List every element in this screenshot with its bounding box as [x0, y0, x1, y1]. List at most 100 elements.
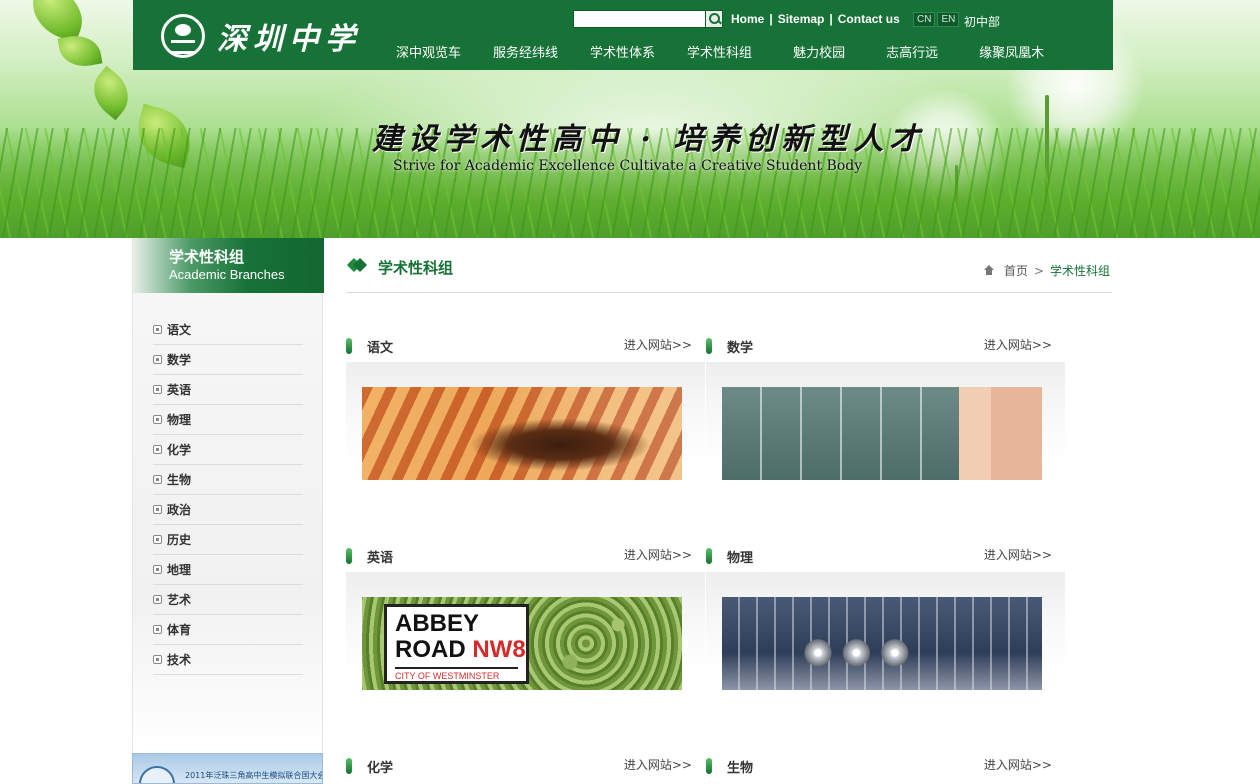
lang-cn-button[interactable]: CN [913, 12, 936, 27]
sidebar-item-label: 艺术 [167, 593, 192, 607]
enter-site-link[interactable]: 进入网站>> [984, 546, 1052, 563]
search-icon[interactable] [705, 11, 722, 27]
nav-item-alumni[interactable]: 缘聚凤凰木 [979, 42, 1044, 61]
sidebar-item-label: 语文 [167, 323, 192, 337]
sidebar-item-chemistry[interactable]: 化学 [153, 435, 303, 465]
chalkboard-image[interactable] [722, 387, 1042, 480]
card-body [346, 362, 705, 509]
sidebar-item-technology[interactable]: 技术 [153, 645, 303, 675]
enter-site-link[interactable]: 进入网站>> [624, 546, 692, 563]
subject-card-chemistry: 化学 进入网站>> [346, 751, 705, 784]
home-icon [983, 265, 995, 276]
mun-ad-banner[interactable]: 2011年泛珠三角高中生模拟联合国大会 [132, 753, 323, 784]
sidebar-item-english[interactable]: 英语 [153, 375, 303, 405]
street-sign: ABBEY ROAD NW8 CITY OF WESTMINSTER [384, 604, 529, 684]
school-emblem-icon [161, 14, 205, 58]
junior-school-link[interactable]: 初中部 [964, 13, 1000, 30]
nav-item-campus[interactable]: 魅力校园 [793, 42, 845, 61]
bullet-icon [153, 475, 162, 484]
card-header: 英语 进入网站>> [346, 541, 705, 571]
nav-item-services[interactable]: 服务经纬线 [493, 42, 558, 61]
abbey-road-image[interactable]: ABBEY ROAD NW8 CITY OF WESTMINSTER [362, 597, 682, 690]
breadcrumb-separator: > [1033, 263, 1044, 278]
enter-site-link[interactable]: 进入网站>> [984, 336, 1052, 353]
sidebar-item-chinese[interactable]: 语文 [153, 315, 303, 345]
leaf-decoration [83, 65, 139, 121]
sidebar-item-label: 体育 [167, 623, 192, 637]
nav-item-academic-branches[interactable]: 学术性科组 [687, 42, 752, 61]
main-nav: 深中观览车 服务经纬线 学术性体系 学术性科组 魅力校园 志高行远 缘聚凤凰木 [383, 42, 1044, 61]
lang-en-button[interactable]: EN [937, 12, 960, 27]
banner-slogan-cn: 建设学术性高中 · 培养创新型人才 [372, 122, 926, 157]
sidebar-item-politics[interactable]: 政治 [153, 495, 303, 525]
card-header: 生物 进入网站>> [706, 751, 1065, 781]
green-bar-icon [346, 338, 352, 354]
breadcrumb-current: 学术性科组 [1049, 264, 1110, 278]
page-title: 学术性科组 [378, 259, 454, 277]
card-title: 英语 [367, 551, 394, 566]
subject-card-math: 数学 进入网站>> [706, 331, 1065, 509]
card-header: 化学 进入网站>> [346, 751, 705, 781]
sidebar-item-pe[interactable]: 体育 [153, 615, 303, 645]
green-bar-icon [706, 548, 712, 564]
card-header: 语文 进入网站>> [346, 331, 705, 361]
ad-text: 2011年泛珠三角高中生模拟联合国大会 [185, 771, 323, 780]
newtons-cradle-image[interactable] [722, 597, 1042, 690]
enter-site-link[interactable]: 进入网站>> [984, 756, 1052, 773]
mun-logo-icon [139, 766, 175, 783]
chinese-calligraphy-image[interactable] [362, 387, 682, 480]
bullet-icon [153, 505, 162, 514]
card-title: 物理 [727, 551, 754, 566]
card-body: ABBEY ROAD NW8 CITY OF WESTMINSTER [346, 572, 705, 719]
search-box [573, 10, 723, 28]
bullet-icon [153, 595, 162, 604]
card-title: 生物 [727, 761, 754, 776]
logo-text: 深圳中学 [217, 22, 361, 57]
nav-item-tour[interactable]: 深中观览车 [396, 42, 461, 61]
sidebar-item-geography[interactable]: 地理 [153, 555, 303, 585]
bullet-icon [153, 415, 162, 424]
bullet-icon [153, 565, 162, 574]
sitemap-link[interactable]: Sitemap [778, 12, 825, 26]
card-header: 物理 进入网站>> [706, 541, 1065, 571]
sidebar-item-label: 政治 [167, 503, 192, 517]
breadcrumb-home[interactable]: 首页 [1004, 262, 1028, 279]
sidebar-item-label: 技术 [167, 653, 192, 667]
sidebar-item-physics[interactable]: 物理 [153, 405, 303, 435]
bullet-icon [153, 385, 162, 394]
site-logo[interactable]: 深圳中学 [161, 14, 361, 58]
sidebar-item-label: 数学 [167, 353, 192, 367]
subject-card-english: 英语 进入网站>> ABBEY ROAD NW8 CITY OF WESTMIN… [346, 541, 705, 719]
sign-line: ABBEY [395, 610, 480, 637]
sidebar: 学术性科组 Academic Branches 语文 数学 英语 物理 化学 生… [132, 238, 324, 752]
bullet-icon [153, 535, 162, 544]
subject-card-chinese: 语文 进入网站>> [346, 331, 705, 509]
card-body [706, 572, 1065, 719]
nav-item-aspirations[interactable]: 志高行远 [886, 42, 938, 61]
top-links: Home | Sitemap | Contact us [731, 12, 900, 26]
sidebar-menu: 语文 数学 英语 物理 化学 生物 政治 历史 地理 艺术 体育 技术 [153, 315, 303, 675]
contact-link[interactable]: Contact us [838, 12, 900, 26]
double-diamond-icon [346, 260, 368, 274]
sidebar-item-art[interactable]: 艺术 [153, 585, 303, 615]
home-link[interactable]: Home [731, 12, 764, 26]
enter-site-link[interactable]: 进入网站>> [624, 336, 692, 353]
sidebar-item-math[interactable]: 数学 [153, 345, 303, 375]
sidebar-header: 学术性科组 Academic Branches [133, 238, 324, 293]
link-separator: | [769, 12, 773, 26]
bullet-icon [153, 625, 162, 634]
breadcrumb: 首页 > 学术性科组 [983, 262, 1110, 279]
leaf-decoration [57, 31, 103, 71]
banner-slogan-en: Strive for Academic Excellence Cultivate… [393, 158, 863, 174]
card-header: 数学 进入网站>> [706, 331, 1065, 361]
search-input[interactable] [574, 11, 705, 27]
bullet-icon [153, 355, 162, 364]
sidebar-item-history[interactable]: 历史 [153, 525, 303, 555]
enter-site-link[interactable]: 进入网站>> [624, 756, 692, 773]
nav-item-academic-system[interactable]: 学术性体系 [590, 42, 655, 61]
sign-word: ROAD [395, 636, 466, 663]
sidebar-item-biology[interactable]: 生物 [153, 465, 303, 495]
sidebar-title-cn: 学术性科组 [169, 248, 245, 266]
green-bar-icon [346, 758, 352, 774]
green-bar-icon [706, 758, 712, 774]
